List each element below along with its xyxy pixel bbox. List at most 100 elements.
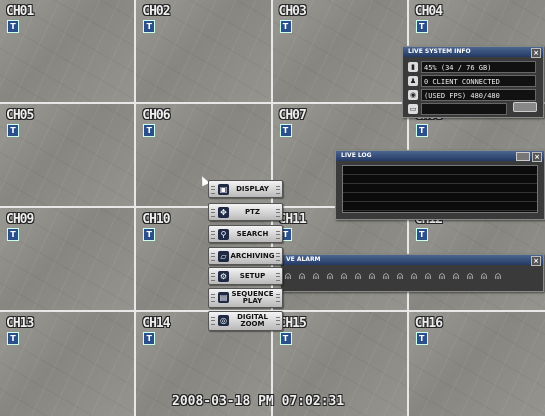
channel-view-16[interactable]: CH16 T — [408, 312, 545, 416]
alarm-bell-icon[interactable]: ⍝ — [395, 270, 405, 284]
alarm-bell-icon[interactable]: ⍝ — [493, 270, 503, 284]
archiving-button[interactable]: ▱ ARCHIVING — [208, 247, 283, 265]
alarm-bell-icon[interactable]: ⍝ — [353, 270, 363, 284]
fps-text: (USED FPS) 480/480 — [421, 89, 536, 101]
tag-badge: T — [7, 332, 19, 345]
tag-badge: T — [7, 20, 19, 33]
tag-badge: T — [7, 228, 19, 241]
channel-label: CH07 — [278, 108, 307, 123]
ptz-button[interactable]: ✥ PTZ — [208, 203, 283, 221]
clients-text: 0 CLIENT CONNECTED — [421, 75, 536, 87]
alarm-bell-icon[interactable]: ⍝ — [311, 270, 321, 284]
panel-title-bar[interactable]: VE ALARM × — [281, 255, 543, 266]
channel-view-1[interactable]: CH01 T — [0, 0, 137, 104]
panel-title: VE ALARM — [286, 256, 321, 263]
log-entry — [343, 175, 537, 184]
sequence-icon: ▤ — [218, 292, 229, 303]
log-entry — [343, 193, 537, 202]
menu-label: SEQUENCE PLAY — [231, 290, 274, 305]
search-icon: ⚲ — [218, 229, 229, 240]
clients-row: ♟ 0 CLIENT CONNECTED — [408, 75, 538, 88]
channel-label: CH02 — [142, 4, 170, 19]
alarm-bell-icon[interactable]: ⍝ — [465, 270, 475, 284]
tag-badge: T — [7, 124, 19, 137]
channel-label: CH10 — [142, 212, 170, 227]
display-button[interactable]: ▣ DISPLAY — [208, 180, 283, 198]
log-entry — [343, 202, 537, 211]
close-icon[interactable]: × — [532, 152, 542, 162]
tag-badge: T — [143, 332, 156, 345]
panel-title-bar[interactable]: LIVE LOG × — [336, 151, 544, 162]
alarm-bell-icon[interactable]: ⍝ — [409, 270, 419, 284]
channel-view-5[interactable]: CH05 T — [0, 104, 137, 208]
monitor-icon: ▣ — [218, 184, 229, 195]
storage-row: ▮ 45% (34 / 76 GB) — [408, 61, 538, 74]
digital-zoom-button[interactable]: ◎ DIGITAL ZOOM — [208, 311, 283, 331]
tag-badge: T — [143, 124, 156, 137]
log-entry — [343, 166, 537, 175]
folder-icon: ▭ — [408, 104, 418, 114]
menu-label: ARCHIVING — [230, 251, 275, 260]
ptz-icon: ✥ — [218, 207, 229, 218]
live-system-info-panel: LIVE SYSTEM INFO × ▮ 45% (34 / 76 GB) ♟ 0 C… — [402, 46, 544, 118]
menu-label: DISPLAY — [236, 184, 269, 193]
search-button[interactable]: ⚲ SEARCH — [208, 225, 283, 243]
tag-badge: T — [415, 124, 428, 137]
channel-label: CH05 — [6, 108, 34, 123]
alarm-bell-icon[interactable]: ⍝ — [423, 270, 433, 284]
tag-badge: T — [279, 124, 292, 137]
folder-text — [421, 103, 507, 115]
alarm-bell-icon[interactable]: ⍝ — [297, 270, 307, 284]
tag-badge: T — [279, 20, 292, 33]
channel-view-9[interactable]: CH09 T — [0, 208, 137, 312]
close-icon[interactable]: × — [531, 48, 541, 58]
alarm-bell-icon[interactable]: ⍝ — [367, 270, 377, 284]
storage-text: 45% (34 / 76 GB) — [421, 61, 536, 73]
tag-badge: T — [279, 332, 292, 345]
tag-badge: T — [143, 20, 156, 33]
tag-badge: T — [415, 20, 428, 33]
live-alarm-panel: VE ALARM × ⍝ ⍝ ⍝ ⍝ ⍝ ⍝ ⍝ ⍝ ⍝ ⍝ ⍝ ⍝ ⍝ ⍝ ⍝ ⍝ — [281, 254, 544, 292]
alarm-bell-icon[interactable]: ⍝ — [479, 270, 489, 284]
menu-label: SETUP — [239, 271, 266, 280]
channel-label: CH09 — [6, 212, 34, 227]
tag-badge: T — [143, 228, 156, 241]
channel-label: CH03 — [278, 4, 307, 19]
log-option-button[interactable] — [516, 152, 530, 161]
menu-label: DIGITAL ZOOM — [237, 313, 268, 328]
channel-label: CH16 — [414, 316, 443, 331]
channel-view-3[interactable]: CH03 T — [272, 0, 409, 104]
menu-label: SEARCH — [236, 229, 269, 238]
zoom-icon: ◎ — [218, 315, 229, 326]
log-entry — [343, 184, 537, 193]
alarm-bell-icon[interactable]: ⍝ — [325, 270, 335, 284]
live-log-panel: LIVE LOG × — [335, 150, 545, 220]
alarm-bell-icon[interactable]: ⍝ — [381, 270, 391, 284]
alarm-bell-icon[interactable]: ⍝ — [451, 270, 461, 284]
sequence-play-button[interactable]: ▤ SEQUENCE PLAY — [208, 288, 283, 308]
close-icon[interactable]: × — [531, 256, 541, 266]
channel-label: CH06 — [142, 108, 170, 123]
alarm-bell-icon[interactable]: ⍝ — [437, 270, 447, 284]
gear-icon: ⚙ — [218, 271, 229, 282]
channel-view-2[interactable]: CH02 T — [136, 0, 273, 104]
channel-label: CH14 — [142, 316, 170, 331]
tag-badge: T — [415, 228, 428, 241]
menu-label: PTZ — [245, 207, 260, 216]
fps-icon: ◉ — [408, 90, 418, 100]
panel-title: LIVE SYSTEM INFO — [408, 48, 471, 55]
client-icon: ♟ — [408, 76, 418, 86]
alarm-bell-icon[interactable]: ⍝ — [339, 270, 349, 284]
log-list[interactable] — [342, 165, 538, 213]
disk-icon: ▮ — [408, 62, 418, 72]
folder-icon: ▱ — [218, 251, 229, 262]
tag-badge: T — [415, 332, 428, 345]
channel-label: CH04 — [414, 4, 443, 19]
fps-row: ◉ (USED FPS) 480/480 — [408, 89, 538, 102]
panel-title: LIVE LOG — [341, 152, 372, 159]
channel-view-13[interactable]: CH13 T — [0, 312, 137, 416]
info-toggle-button[interactable] — [513, 102, 537, 112]
alarm-bell-icon[interactable]: ⍝ — [283, 270, 293, 284]
panel-title-bar[interactable]: LIVE SYSTEM INFO × — [403, 47, 543, 58]
setup-button[interactable]: ⚙ SETUP — [208, 267, 283, 285]
